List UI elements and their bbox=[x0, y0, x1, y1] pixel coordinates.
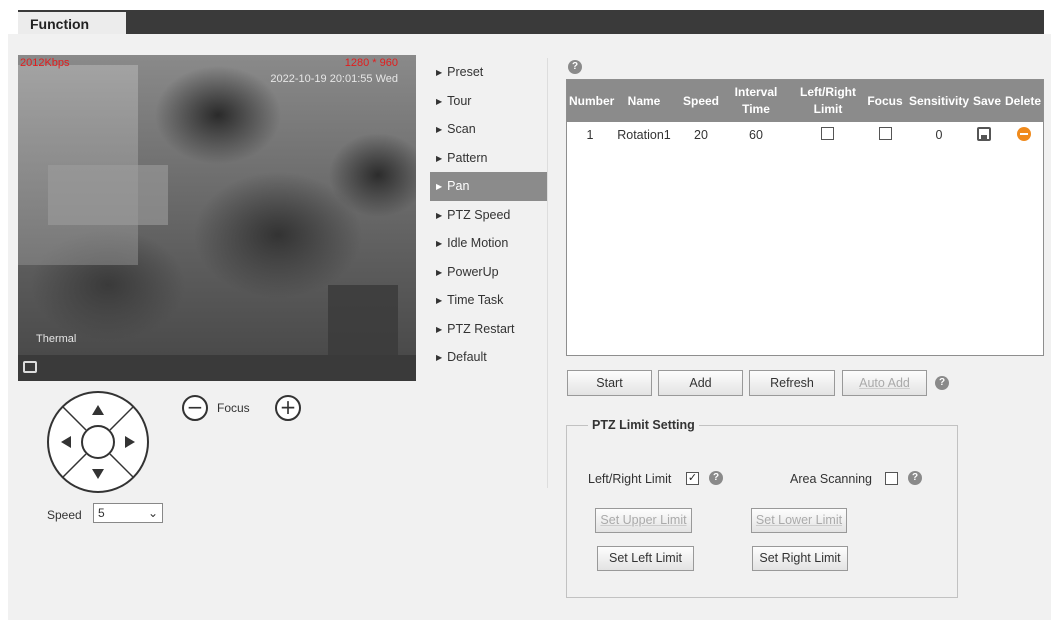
help-icon[interactable]: ? bbox=[709, 471, 723, 485]
chevron-down-icon: ⌄ bbox=[147, 506, 158, 520]
focus-plus-button[interactable]: + bbox=[275, 395, 301, 421]
menu-item-label: PowerUp bbox=[447, 264, 499, 279]
caret-right-icon: ▶ bbox=[436, 267, 443, 277]
menu-item-tour[interactable]: ▶ Tour bbox=[430, 87, 547, 116]
menu-item-label: Default bbox=[447, 350, 487, 364]
menu-item-label: Preset bbox=[447, 65, 484, 79]
col-sensitivity: Sensitivity bbox=[908, 94, 970, 108]
col-interval-line1: Interval bbox=[734, 85, 778, 99]
menu-item-label: Tour bbox=[447, 93, 472, 108]
col-number: Number bbox=[569, 94, 615, 108]
area-scanning-checkbox[interactable] bbox=[885, 472, 898, 485]
menu-item-ptz-restart[interactable]: ▶ PTZ Restart bbox=[430, 315, 547, 344]
focus-minus-button[interactable]: − bbox=[182, 395, 208, 421]
menu-item-time-task[interactable]: ▶ Time Task bbox=[430, 286, 547, 315]
focus-checkbox[interactable] bbox=[879, 127, 892, 140]
dpad-center-button[interactable] bbox=[81, 425, 115, 459]
menu-item-label: Time Task bbox=[447, 293, 504, 307]
caret-right-icon: ▶ bbox=[436, 68, 443, 77]
col-delete: Delete bbox=[1004, 94, 1042, 108]
ptz-limit-setting-title: PTZ Limit Setting bbox=[588, 418, 699, 432]
menu-item-preset[interactable]: ▶ Preset bbox=[430, 58, 547, 87]
menu-item-idle-motion[interactable]: ▶ Idle Motion bbox=[430, 229, 547, 258]
cell-sensitivity: 0 bbox=[935, 128, 943, 142]
video-scene-structure bbox=[48, 165, 168, 225]
caret-right-icon: ▶ bbox=[436, 210, 443, 220]
caret-right-icon: ▶ bbox=[436, 153, 443, 163]
video-scene-shadow bbox=[328, 285, 398, 355]
caret-right-icon: ▶ bbox=[436, 324, 443, 334]
window-toggle-icon[interactable] bbox=[23, 361, 37, 373]
table-row[interactable]: 1 Rotation1 20 60 0 bbox=[567, 122, 1043, 148]
cell-interval: 60 bbox=[749, 128, 763, 142]
col-save: Save bbox=[972, 94, 1002, 108]
cell-name: Rotation1 bbox=[617, 128, 671, 142]
col-limit-line1: Left/Right bbox=[800, 85, 856, 99]
set-left-limit-button[interactable]: Set Left Limit bbox=[597, 546, 694, 571]
cell-speed: 20 bbox=[694, 128, 708, 142]
limit-checkbox[interactable] bbox=[821, 127, 834, 140]
speed-select[interactable]: 5 ⌄ bbox=[93, 503, 163, 523]
menu-item-label: Pan bbox=[447, 179, 470, 193]
live-video[interactable]: 2012Kbps 1280 * 960 2022-10-19 20:01:55 … bbox=[18, 55, 416, 355]
menu-item-pan[interactable]: ▶ Pan bbox=[430, 172, 547, 201]
help-icon[interactable]: ? bbox=[908, 471, 922, 485]
col-focus: Focus bbox=[867, 94, 903, 108]
top-bar: Function bbox=[18, 10, 1044, 34]
caret-right-icon: ▶ bbox=[436, 96, 443, 106]
menu-item-label: PTZ Restart bbox=[447, 321, 515, 336]
pan-table: Number Name Speed Interval Time Left/Rig… bbox=[566, 79, 1044, 356]
col-name: Name bbox=[627, 94, 661, 108]
menu-item-default[interactable]: ▶ Default bbox=[430, 343, 547, 372]
ptz-direction-pad bbox=[47, 391, 149, 493]
speed-label: Speed bbox=[47, 508, 82, 522]
set-lower-limit-button[interactable]: Set Lower Limit bbox=[751, 508, 847, 533]
video-timestamp: 2022-10-19 20:01:55 Wed bbox=[270, 73, 398, 85]
col-limit-line2: Limit bbox=[813, 102, 843, 116]
menu-item-label: PTZ Speed bbox=[447, 207, 511, 222]
menu-item-label: Pattern bbox=[447, 150, 488, 165]
refresh-button[interactable]: Refresh bbox=[749, 370, 835, 396]
table-header: Number Name Speed Interval Time Left/Rig… bbox=[567, 80, 1043, 122]
help-icon[interactable]: ? bbox=[935, 376, 949, 390]
menu-item-ptz-speed[interactable]: ▶ PTZ Speed bbox=[430, 201, 547, 230]
video-toolbar bbox=[18, 355, 416, 381]
menu-item-pattern[interactable]: ▶ Pattern bbox=[430, 144, 547, 173]
caret-right-icon: ▶ bbox=[436, 353, 443, 362]
menu-item-powerup[interactable]: ▶ PowerUp bbox=[430, 258, 547, 287]
caret-right-icon: ▶ bbox=[436, 296, 443, 305]
left-right-limit-checkbox[interactable]: ✓ bbox=[686, 472, 699, 485]
start-button[interactable]: Start bbox=[567, 370, 652, 396]
menu-item-label: Idle Motion bbox=[447, 236, 509, 250]
left-right-limit-label: Left/Right Limit bbox=[588, 472, 672, 486]
menu-item-label: Scan bbox=[447, 122, 476, 136]
col-interval-line2: Time bbox=[742, 102, 770, 116]
col-speed: Speed bbox=[682, 94, 719, 108]
menu-item-scan[interactable]: ▶ Scan bbox=[430, 115, 547, 144]
delete-icon[interactable] bbox=[1017, 127, 1031, 141]
add-button[interactable]: Add bbox=[658, 370, 743, 396]
auto-add-button[interactable]: Auto Add bbox=[842, 370, 927, 396]
tab-function[interactable]: Function bbox=[18, 10, 126, 34]
video-channel-label: Thermal bbox=[36, 333, 77, 345]
menu-divider bbox=[547, 58, 548, 488]
save-icon[interactable] bbox=[977, 127, 991, 141]
cell-number: 1 bbox=[586, 128, 594, 142]
caret-right-icon: ▶ bbox=[436, 239, 443, 248]
focus-label: Focus bbox=[217, 401, 250, 415]
caret-right-icon: ▶ bbox=[436, 182, 443, 191]
set-right-limit-button[interactable]: Set Right Limit bbox=[752, 546, 848, 571]
ptz-function-menu: ▶ Preset ▶ Tour ▶ Scan ▶ Pattern ▶ Pan ▶ PTZ Speed ▶… bbox=[430, 58, 547, 372]
area-scanning-label: Area Scanning bbox=[790, 472, 873, 486]
video-resolution: 1280 * 960 bbox=[344, 57, 398, 69]
video-bitrate: 2012Kbps bbox=[20, 57, 70, 69]
help-icon[interactable]: ? bbox=[568, 60, 582, 74]
speed-select-value: 5 bbox=[98, 506, 105, 520]
caret-right-icon: ▶ bbox=[436, 125, 443, 134]
set-upper-limit-button[interactable]: Set Upper Limit bbox=[595, 508, 692, 533]
